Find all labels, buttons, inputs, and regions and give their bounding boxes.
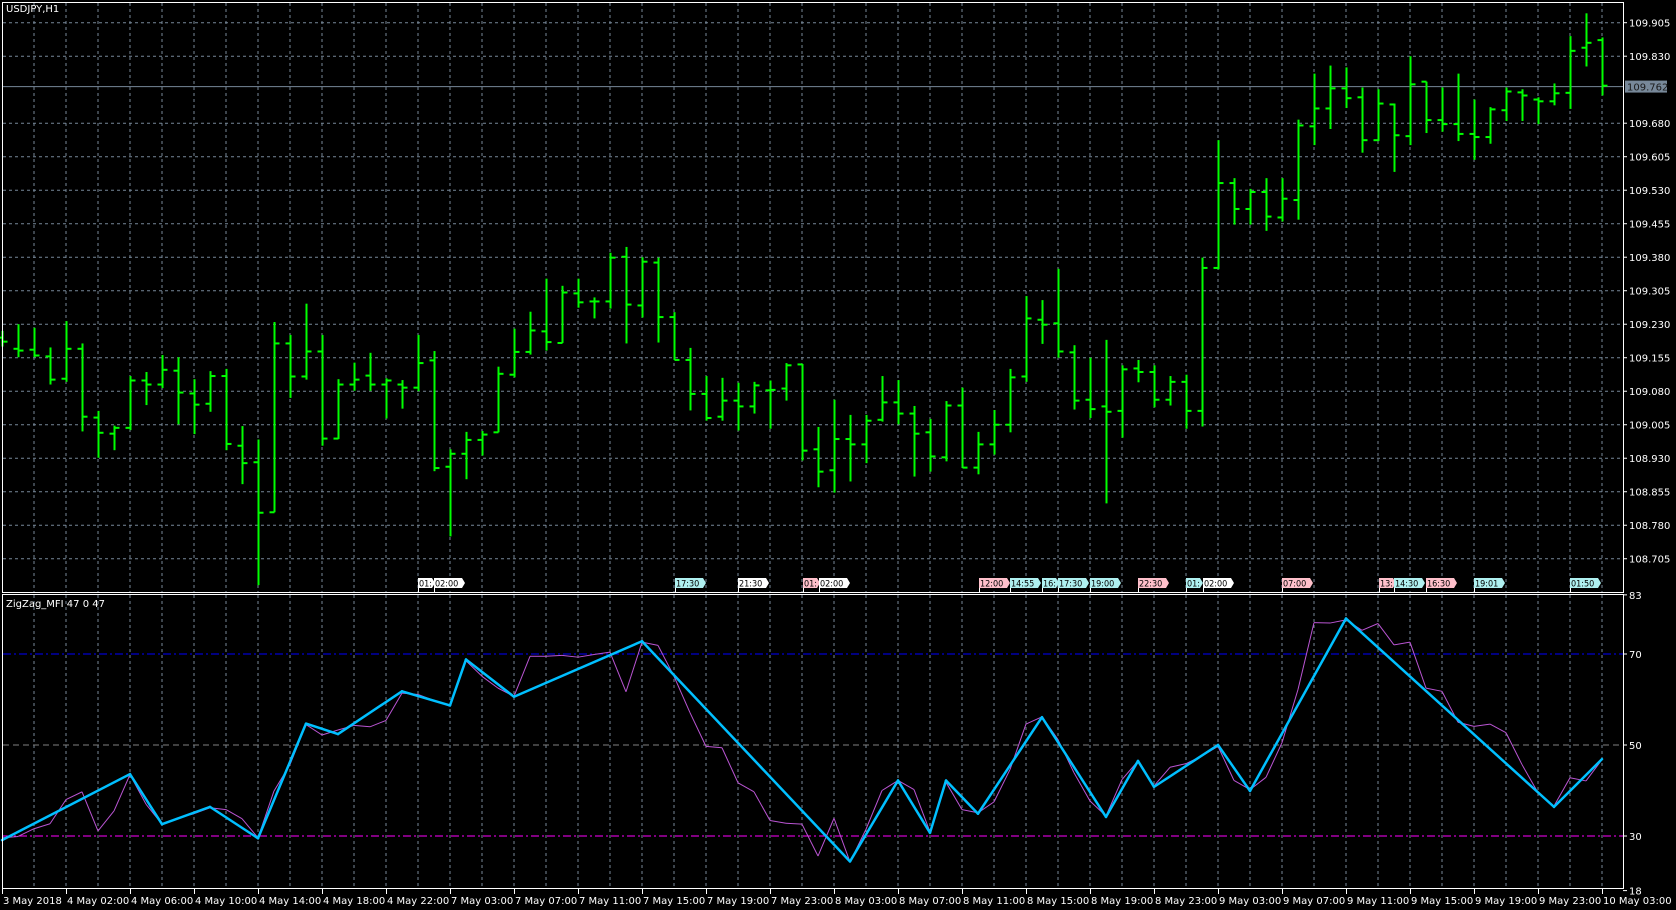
price-label: 109.305: [1629, 287, 1670, 298]
time-label: 9 May 03:00: [1219, 896, 1281, 907]
event-label: 16:: [1043, 580, 1056, 590]
time-label: 4 May 02:00: [67, 896, 129, 907]
time-label: 10 May 03:00: [1603, 896, 1672, 907]
event-label: 17:30: [1059, 580, 1082, 590]
event-label: 21:30: [739, 580, 762, 590]
time-label: 8 May 15:00: [1027, 896, 1089, 907]
price-label: 109.830: [1629, 52, 1670, 63]
price-label: 109.605: [1629, 153, 1670, 164]
event-label: 19:01: [1475, 580, 1498, 590]
event-label: 01:50: [1571, 580, 1594, 590]
time-label: 8 May 03:00: [835, 896, 897, 907]
event-label: 16:30: [1427, 580, 1450, 590]
indicator-title: ZigZag_MFI 47 0 47: [6, 599, 105, 610]
time-label: 7 May 15:00: [643, 896, 705, 907]
indicator-label: 83: [1629, 591, 1642, 602]
event-label: 02:00: [1204, 580, 1227, 590]
event-label: 01:: [804, 580, 817, 590]
time-label: 9 May 11:00: [1347, 896, 1409, 907]
event-label: 12:00: [980, 580, 1003, 590]
time-label: 8 May 19:00: [1091, 896, 1153, 907]
time-label: 7 May 03:00: [451, 896, 513, 907]
time-label: 9 May 07:00: [1283, 896, 1345, 907]
event-label: 01:: [419, 580, 432, 590]
time-label: 7 May 11:00: [579, 896, 641, 907]
trading-chart[interactable]: 01: 02:00 17:30 21:30 01: 02:00 12:00 14:55 16: 1…: [0, 0, 1676, 910]
time-label: 4 May 10:00: [195, 896, 257, 907]
price-label: 109.230: [1629, 320, 1670, 331]
indicator-label: 50: [1629, 741, 1642, 752]
event-label: 19:00: [1091, 580, 1114, 590]
chart-symbol-title: USDJPY,H1: [6, 4, 59, 15]
time-label: 4 May 06:00: [131, 896, 193, 907]
time-label: 4 May 18:00: [323, 896, 385, 907]
time-label: 8 May 23:00: [1155, 896, 1217, 907]
event-label: 14:55: [1011, 580, 1034, 590]
price-label: 108.780: [1629, 521, 1670, 532]
time-label: 4 May 22:00: [387, 896, 449, 907]
time-label: 9 May 15:00: [1411, 896, 1473, 907]
price-label: 109.680: [1629, 119, 1670, 130]
time-label: 9 May 23:00: [1539, 896, 1601, 907]
time-label: 7 May 19:00: [707, 896, 769, 907]
time-label: 9 May 19:00: [1475, 896, 1537, 907]
current-price-label: 109.762: [1627, 83, 1668, 94]
event-label: 02:00: [435, 580, 458, 590]
price-label: 109.080: [1629, 387, 1670, 398]
time-label: 7 May 07:00: [515, 896, 577, 907]
event-label: 13:: [1380, 580, 1393, 590]
indicator-label: 70: [1629, 650, 1642, 661]
price-label: 109.905: [1629, 19, 1670, 30]
time-label: 4 May 14:00: [259, 896, 321, 907]
price-label: 109.455: [1629, 220, 1670, 231]
price-label: 109.530: [1629, 186, 1670, 197]
event-label: 01:: [1187, 580, 1200, 590]
time-label: 8 May 07:00: [899, 896, 961, 907]
event-label: 22:30: [1139, 580, 1162, 590]
indicator-label: 30: [1629, 832, 1642, 843]
event-label: 07:00: [1283, 580, 1306, 590]
chart-background: [0, 0, 1676, 910]
time-label: 7 May 23:00: [771, 896, 833, 907]
event-label: 14:30: [1395, 580, 1418, 590]
price-label: 109.155: [1629, 354, 1670, 365]
time-label: 3 May 2018: [3, 896, 62, 907]
price-label: 109.380: [1629, 253, 1670, 264]
price-label: 108.930: [1629, 454, 1670, 465]
event-label: 02:00: [820, 580, 843, 590]
price-label: 108.705: [1629, 555, 1670, 566]
event-label: 17:30: [676, 580, 699, 590]
price-label: 108.855: [1629, 488, 1670, 499]
price-label: 109.005: [1629, 421, 1670, 432]
time-label: 8 May 11:00: [963, 896, 1025, 907]
